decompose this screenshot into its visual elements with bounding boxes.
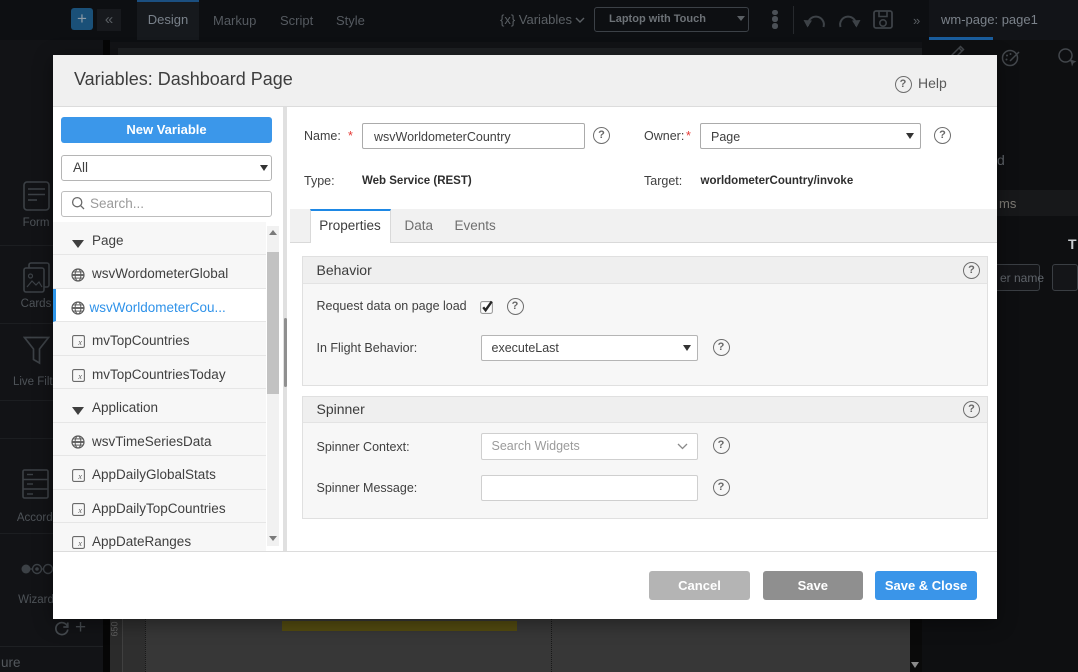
svg-text:x: x xyxy=(77,338,82,347)
svg-text:x: x xyxy=(77,472,82,481)
svg-text:x: x xyxy=(77,506,82,515)
svg-text:x: x xyxy=(77,539,82,548)
svg-text:x: x xyxy=(77,372,82,381)
